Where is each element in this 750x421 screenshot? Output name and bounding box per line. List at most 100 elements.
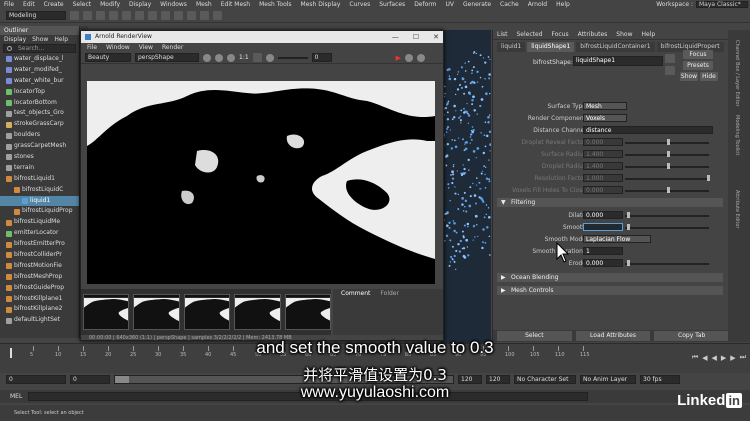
- outliner-item[interactable]: bifrostEmitterPro: [0, 239, 79, 250]
- attribute-section-header[interactable]: ▼ Filtering: [497, 198, 723, 207]
- outliner-item[interactable]: locatorBottom: [0, 98, 79, 109]
- side-tab[interactable]: Attribute Editor: [734, 190, 740, 228]
- select-by-object-icon[interactable]: [148, 11, 157, 20]
- select-by-hierarchy-icon[interactable]: [135, 11, 144, 20]
- attribute-slider[interactable]: [625, 227, 709, 229]
- menu-item[interactable]: Curves: [349, 1, 370, 8]
- menu-item[interactable]: Deform: [414, 1, 436, 8]
- snapshot-tab[interactable]: Folder: [380, 290, 399, 297]
- menu-item[interactable]: Edit: [23, 1, 35, 8]
- workspace-selector[interactable]: Workspace : Maya Classic*: [656, 1, 748, 8]
- outliner-item[interactable]: stones: [0, 152, 79, 163]
- ae-menu-item[interactable]: Show: [616, 31, 632, 38]
- outliner-item[interactable]: bifrostLiquidC: [0, 185, 79, 196]
- undo-icon[interactable]: [109, 11, 118, 20]
- ae-menu-item[interactable]: List: [497, 31, 508, 38]
- outliner-item[interactable]: boulders: [0, 130, 79, 141]
- settings-icon[interactable]: [417, 53, 426, 62]
- snap-curve-icon[interactable]: [174, 11, 183, 20]
- outliner-menu-item[interactable]: Help: [54, 36, 68, 43]
- side-tab[interactable]: Modeling Toolkit: [734, 115, 740, 155]
- attribute-slider-knob[interactable]: [626, 224, 630, 230]
- menu-item[interactable]: File: [4, 1, 14, 8]
- outliner-item[interactable]: bifrostKillplane1: [0, 294, 79, 305]
- attribute-slider-knob[interactable]: [667, 187, 670, 193]
- attribute-value-field[interactable]: 1.400: [583, 150, 623, 158]
- menu-item[interactable]: Help: [556, 1, 570, 8]
- attribute-value-field[interactable]: 0.000: [583, 211, 623, 219]
- attribute-slider[interactable]: [625, 215, 709, 217]
- snapshot-tab[interactable]: Comment: [341, 290, 370, 297]
- snapshot-thumb[interactable]: [284, 294, 332, 330]
- renderview-menu-item[interactable]: View: [139, 44, 153, 51]
- attribute-slider[interactable]: [625, 178, 709, 180]
- attribute-section-header[interactable]: ▶ Mesh Controls: [497, 286, 723, 295]
- menu-set-dropdown[interactable]: Modeling: [6, 11, 66, 20]
- outliner-item[interactable]: bifrostColliderPr: [0, 250, 79, 261]
- camera-dropdown[interactable]: perspShape: [135, 53, 199, 62]
- attribute-value-field[interactable]: Mesh: [583, 102, 627, 110]
- menu-item[interactable]: Display: [129, 1, 151, 8]
- menu-item[interactable]: Modify: [100, 1, 120, 8]
- snapshot-thumb[interactable]: [234, 294, 281, 330]
- exposure-icon[interactable]: [265, 53, 274, 62]
- outliner-item[interactable]: water_white_bur: [0, 76, 79, 87]
- redo-icon[interactable]: [122, 11, 131, 20]
- menu-item[interactable]: Arnold: [528, 1, 547, 8]
- renderview-menu-item[interactable]: Render: [162, 44, 183, 51]
- attribute-slider-knob[interactable]: [667, 139, 670, 145]
- 3d-viewport[interactable]: [440, 30, 492, 350]
- ae-node-tab[interactable]: liquid1: [497, 41, 526, 52]
- new-scene-icon[interactable]: [70, 11, 79, 20]
- attribute-slider-knob[interactable]: [707, 175, 711, 181]
- attribute-slider-knob[interactable]: [667, 151, 670, 157]
- crop-region-icon[interactable]: [252, 53, 262, 62]
- maximize-icon[interactable]: ☐: [413, 31, 419, 43]
- presets-button[interactable]: Presets: [683, 61, 713, 70]
- attribute-value-field[interactable]: 1.000: [583, 174, 623, 182]
- outliner-item[interactable]: strokeGrassCarp: [0, 119, 79, 130]
- node-name-field[interactable]: liquidShape1: [573, 56, 663, 66]
- minimize-icon[interactable]: —: [392, 31, 399, 43]
- menu-item[interactable]: Windows: [160, 1, 187, 8]
- outliner-item[interactable]: terrain: [0, 163, 79, 174]
- snap-surface-icon[interactable]: [213, 11, 222, 20]
- ae-node-tab[interactable]: liquidShape1: [527, 41, 575, 52]
- attribute-value-field[interactable]: 1.400: [583, 162, 623, 170]
- attribute-value-field[interactable]: Voxels: [583, 114, 627, 122]
- outliner-item[interactable]: defaultLightSet: [0, 315, 79, 326]
- attribute-section-header[interactable]: ▶ Ocean Blending: [497, 273, 723, 282]
- ae-node-tab[interactable]: bifrostLiquidContainer1: [576, 41, 655, 52]
- node-goto-icon[interactable]: [665, 54, 675, 63]
- menu-item[interactable]: Select: [73, 1, 92, 8]
- renderview-menu-item[interactable]: File: [87, 44, 97, 51]
- side-tab[interactable]: Channel Box / Layer Editor: [734, 40, 740, 107]
- attribute-value-field[interactable]: 0.000: [583, 186, 623, 194]
- exposure-slider[interactable]: [277, 56, 308, 59]
- snap-point-icon[interactable]: [187, 11, 196, 20]
- snapshot-thumb[interactable]: [133, 294, 180, 330]
- hide-button[interactable]: Hide: [700, 72, 718, 81]
- ae-menu-item[interactable]: Selected: [517, 31, 543, 38]
- color-correction-icon[interactable]: [227, 53, 235, 62]
- exposure-field[interactable]: 0: [311, 53, 332, 62]
- menu-item[interactable]: Generate: [463, 1, 491, 8]
- attribute-value-field[interactable]: 0.000: [583, 138, 623, 146]
- menu-item[interactable]: Surfaces: [379, 1, 405, 8]
- save-scene-icon[interactable]: [96, 11, 105, 20]
- workspace-dropdown[interactable]: Maya Classic*: [696, 1, 748, 8]
- snapshot-thumb[interactable]: [183, 294, 231, 330]
- ae-menu-item[interactable]: Focus: [552, 31, 569, 38]
- attribute-value-field[interactable]: [583, 223, 623, 231]
- attribute-slider-knob[interactable]: [626, 212, 630, 218]
- snap-grid-icon[interactable]: [161, 11, 170, 20]
- outliner-item[interactable]: test_objects_Gro: [0, 108, 79, 119]
- channel-display-icon[interactable]: [215, 53, 223, 62]
- render-play-icon[interactable]: ▶: [396, 54, 401, 62]
- outliner-item[interactable]: bifrostGuideProp: [0, 283, 79, 294]
- close-icon[interactable]: ✕: [433, 31, 439, 43]
- outliner-menu-item[interactable]: Display: [4, 36, 26, 43]
- menu-item[interactable]: Mesh Display: [301, 1, 341, 8]
- attribute-value-field[interactable]: distance: [583, 126, 713, 134]
- ae-menu-item[interactable]: Attributes: [578, 31, 608, 38]
